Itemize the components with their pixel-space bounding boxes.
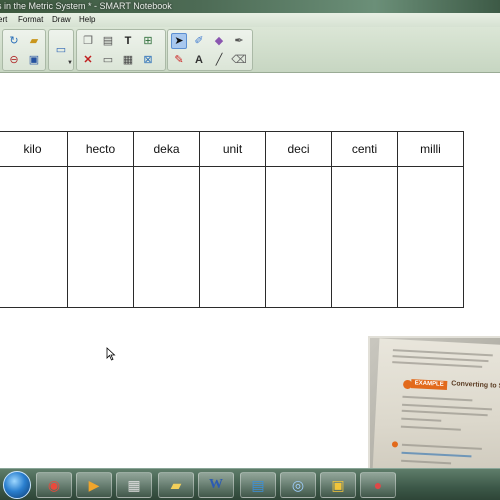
taskbar: ◉ ▶ ▦ ▰ W ▤ ◎ ▣ ● xyxy=(0,468,500,500)
notepad-icon[interactable]: ▤ xyxy=(240,472,276,498)
paste-icon[interactable]: ❐ xyxy=(80,33,96,49)
video-recorder-icon[interactable]: ● xyxy=(360,472,396,498)
window-title-bar: s in the Metric System * - SMART Noteboo… xyxy=(0,0,500,13)
toolbar-group-tools: ➤ ✐ ◆ ✒ ✎ A ╱ ⌫ xyxy=(167,29,253,71)
screen-shade-icon[interactable]: ▭ xyxy=(100,52,116,68)
table-header-row: kilo hecto deka unit deci centi milli xyxy=(0,131,464,167)
toolbar-group-display: ▭ ▼ xyxy=(48,29,74,71)
table-cell[interactable] xyxy=(331,166,398,308)
table-header-cell: deci xyxy=(265,131,332,167)
properties-icon[interactable]: ⊞ xyxy=(140,33,156,49)
table-cell[interactable] xyxy=(397,166,464,308)
menu-insert[interactable]: ert xyxy=(0,13,7,27)
table-header-cell: deka xyxy=(133,131,200,167)
delete-icon[interactable]: ✕ xyxy=(80,52,96,68)
word-icon[interactable]: W xyxy=(198,472,234,498)
menu-bar: ert Format Draw Help xyxy=(0,13,500,27)
film-icon[interactable]: ▦ xyxy=(116,472,152,498)
table-header-cell: kilo xyxy=(0,131,68,167)
folder-icon[interactable]: ▰ xyxy=(158,472,194,498)
toolbar: ↻ ▰ ⊖ ▣ ▭ ▼ ❐ ▤ T ⊞ ✕ ▭ ▦ ⊠ ➤ ✐ ◆ ✒ ✎ A … xyxy=(0,27,500,73)
menu-draw[interactable]: Draw xyxy=(52,13,71,27)
eraser-icon[interactable]: ◆ xyxy=(211,33,227,49)
table-cell[interactable] xyxy=(199,166,266,308)
pens-icon[interactable]: ✎ xyxy=(171,52,187,68)
redo-icon[interactable]: ↻ xyxy=(6,33,22,49)
chrome-icon[interactable]: ◉ xyxy=(36,472,72,498)
save-icon[interactable]: ▣ xyxy=(26,52,42,68)
menu-help[interactable]: Help xyxy=(79,13,95,27)
open-folder-icon[interactable]: ▰ xyxy=(26,33,42,49)
screen-capture-icon[interactable]: ▤ xyxy=(100,33,116,49)
highlighter-icon[interactable]: ✐ xyxy=(191,33,207,49)
toolbar-group-file: ↻ ▰ ⊖ ▣ xyxy=(2,29,46,71)
table-header-cell: centi xyxy=(331,131,398,167)
display-icon[interactable]: ▭ xyxy=(53,42,69,58)
webcam-icon[interactable]: ◎ xyxy=(280,472,316,498)
table-icon[interactable]: ▦ xyxy=(120,52,136,68)
display-dropdown-icon[interactable]: ▼ xyxy=(67,60,73,66)
mouse-cursor-icon xyxy=(106,347,116,361)
line-icon[interactable]: ╱ xyxy=(211,52,227,68)
smart-notebook-icon[interactable]: ▣ xyxy=(320,472,356,498)
start-button[interactable] xyxy=(3,471,31,499)
table-header-cell: hecto xyxy=(67,131,134,167)
table-cell[interactable] xyxy=(265,166,332,308)
table-cell[interactable] xyxy=(0,166,68,308)
select-icon[interactable]: ➤ xyxy=(171,33,187,49)
toolbar-group-edit: ❐ ▤ T ⊞ ✕ ▭ ▦ ⊠ xyxy=(76,29,166,71)
text-tool-icon[interactable]: T xyxy=(120,33,136,49)
table-header-cell: unit xyxy=(199,131,266,167)
window-title: s in the Metric System * - SMART Noteboo… xyxy=(0,1,172,11)
table-cell[interactable] xyxy=(133,166,200,308)
example-title: Converting to Smaller xyxy=(451,380,500,391)
media-player-icon[interactable]: ▶ xyxy=(76,472,112,498)
example-label: EXAMPLE xyxy=(410,379,448,391)
fill-icon[interactable]: A xyxy=(191,52,207,68)
textbook-page: EXAMPLE Converting to Smaller xyxy=(372,338,500,468)
table-cell[interactable] xyxy=(67,166,134,308)
bullet-icon xyxy=(391,441,399,448)
table-header-cell: milli xyxy=(397,131,464,167)
delete-page-icon[interactable]: ⊖ xyxy=(6,52,22,68)
metric-prefix-table: kilo hecto deka unit deci centi milli xyxy=(0,131,464,308)
table-row xyxy=(0,166,464,308)
shape-recognition-icon[interactable]: ⌫ xyxy=(231,52,247,68)
zoom-icon[interactable]: ⊠ xyxy=(140,52,156,68)
webcam-overlay: EXAMPLE Converting to Smaller xyxy=(368,336,500,468)
magic-pen-icon[interactable]: ✒ xyxy=(231,33,247,49)
menu-format[interactable]: Format xyxy=(18,13,43,27)
